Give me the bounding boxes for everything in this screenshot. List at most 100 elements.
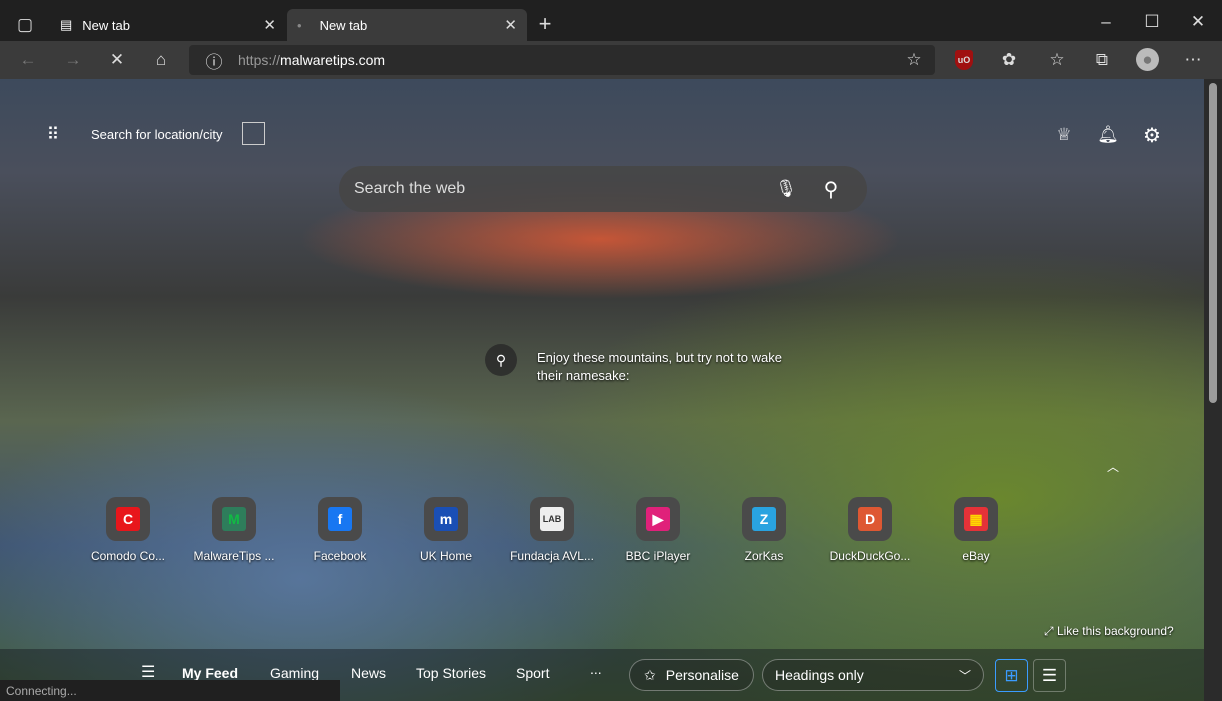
- status-bar: Connecting...: [0, 680, 340, 701]
- add-favorite-icon[interactable]: ☆: [903, 49, 925, 71]
- site-logo-icon: f: [328, 507, 352, 531]
- web-search-box[interactable]: Search the web 🎙︎ ⚲: [339, 166, 867, 212]
- personalise-icon: ✩: [644, 666, 656, 683]
- tab-title: New tab: [319, 17, 368, 33]
- quick-link-tile[interactable]: ▶ BBC iPlayer: [605, 497, 711, 563]
- favorites-icon[interactable]: ☆: [1045, 48, 1069, 72]
- url: https://malwaretips.com: [238, 52, 386, 68]
- site-logo-icon: ▦: [964, 507, 988, 531]
- quick-link-tile[interactable]: m UK Home: [393, 497, 499, 563]
- weather-image-icon: [242, 122, 265, 145]
- tile-label: DuckDuckGo...: [829, 549, 911, 563]
- tile-label: Fundacja AVL...: [510, 549, 594, 563]
- rewards-icon[interactable]: ♕: [1052, 123, 1076, 147]
- tile-icon-frame: C: [106, 497, 150, 541]
- tile-label: Facebook: [313, 549, 367, 563]
- tile-label: UK Home: [419, 549, 472, 563]
- ublock-extension-icon[interactable]: uO: [955, 50, 973, 70]
- feed-tab-sport[interactable]: Sport: [516, 665, 549, 681]
- quick-link-tile[interactable]: f Facebook: [287, 497, 393, 563]
- image-caption[interactable]: Enjoy these mountains, but try not to wa…: [537, 349, 787, 385]
- grid-view-button[interactable]: ⊞: [995, 659, 1028, 692]
- more-menu-icon[interactable]: ⋯: [1181, 48, 1205, 72]
- quick-link-tile[interactable]: C Comodo Co...: [75, 497, 181, 563]
- site-logo-icon: M: [222, 507, 246, 531]
- site-logo-icon: C: [116, 507, 140, 531]
- tab-title: New tab: [82, 17, 130, 33]
- tile-icon-frame: m: [424, 497, 468, 541]
- info-icon[interactable]: ⓘ: [203, 49, 225, 72]
- tile-label: Comodo Co...: [90, 549, 166, 563]
- expand-icon: ⤢: [1044, 624, 1057, 638]
- quick-link-tile[interactable]: D DuckDuckGo...: [817, 497, 923, 563]
- collections-icon[interactable]: ⧉: [1090, 48, 1114, 72]
- layout-select-value: Headings only: [775, 667, 864, 683]
- quick-links: C Comodo Co... M MalwareTips ... f Facebook m U…: [75, 497, 1029, 563]
- personalise-label: Personalise: [665, 667, 739, 683]
- tile-label: MalwareTips ...: [193, 549, 275, 563]
- tab-1[interactable]: ▤ New tab ✕: [50, 9, 286, 41]
- tile-icon-frame: f: [318, 497, 362, 541]
- personalise-button[interactable]: ✩ Personalise: [629, 659, 754, 691]
- tab-actions-icon[interactable]: ▢: [14, 14, 36, 36]
- address-bar[interactable]: ⓘ https://malwaretips.com ☆: [189, 45, 935, 75]
- list-view-button[interactable]: ☰: [1033, 659, 1066, 692]
- scrollbar[interactable]: [1204, 79, 1222, 701]
- tile-icon-frame: Z: [742, 497, 786, 541]
- feed-tab-news[interactable]: News: [351, 665, 386, 681]
- loading-icon: •: [297, 17, 302, 33]
- quick-link-tile[interactable]: LAB Fundacja AVL...: [499, 497, 605, 563]
- profile-avatar[interactable]: ●: [1136, 48, 1159, 71]
- maximize-button[interactable]: ☐: [1140, 10, 1164, 34]
- like-background-text: Like this background?: [1056, 624, 1174, 638]
- forward-button[interactable]: →: [61, 48, 85, 72]
- home-button[interactable]: ⌂: [149, 48, 173, 72]
- search-icon[interactable]: ⚲: [819, 177, 843, 201]
- tab-2-active[interactable]: • New tab ✕: [287, 9, 527, 41]
- image-info-search-icon[interactable]: ⚲: [485, 344, 517, 376]
- page-icon: ▤: [60, 17, 73, 32]
- notifications-bell-icon[interactable]: 🔔︎: [1096, 123, 1120, 147]
- tile-label: BBC iPlayer: [625, 549, 691, 563]
- minimize-button[interactable]: –: [1094, 10, 1118, 34]
- feed-tab-gaming[interactable]: Gaming: [270, 665, 319, 681]
- stop-button[interactable]: ✕: [105, 48, 129, 72]
- feed-tab-my-feed[interactable]: My Feed: [182, 665, 238, 681]
- microphone-icon[interactable]: 🎙︎: [775, 178, 797, 200]
- new-tab-button[interactable]: +: [533, 11, 557, 36]
- tile-icon-frame: ▦: [954, 497, 998, 541]
- extensions-icon[interactable]: ✿: [997, 48, 1021, 72]
- tile-icon-frame: M: [212, 497, 256, 541]
- collapse-chevron-icon[interactable]: ︿: [1104, 457, 1122, 475]
- site-logo-icon: m: [434, 507, 458, 531]
- scrollbar-thumb[interactable]: [1209, 83, 1217, 403]
- new-tab-page: ⠿ Search for location/city ♕ 🔔︎ ⚙ Search…: [0, 79, 1204, 701]
- tile-icon-frame: LAB: [530, 497, 574, 541]
- site-logo-icon: D: [858, 507, 882, 531]
- quick-link-tile[interactable]: ▦ eBay: [923, 497, 1029, 563]
- back-button[interactable]: ←: [16, 48, 40, 72]
- quick-link-tile[interactable]: Z ZorKas: [711, 497, 817, 563]
- tile-label: ZorKas: [744, 549, 784, 563]
- quick-link-tile[interactable]: M MalwareTips ...: [181, 497, 287, 563]
- tile-icon-frame: ▶: [636, 497, 680, 541]
- layout-select[interactable]: Headings only ﹀: [762, 659, 984, 691]
- close-tab-icon[interactable]: ✕: [263, 16, 276, 34]
- search-placeholder: Search the web: [354, 180, 466, 197]
- toolbar: ← → ✕ ⌂ ⓘ https://malwaretips.com ☆ uO ✿…: [0, 41, 1222, 79]
- site-logo-icon: Z: [752, 507, 776, 531]
- close-tab-icon[interactable]: ✕: [504, 16, 517, 34]
- apps-launcher-icon[interactable]: ⠿: [42, 124, 64, 146]
- location-search[interactable]: Search for location/city: [91, 127, 223, 142]
- tile-icon-frame: D: [848, 497, 892, 541]
- settings-gear-icon[interactable]: ⚙: [1140, 123, 1164, 147]
- feed-menu-icon[interactable]: ☰: [141, 662, 155, 682]
- title-bar: ▢ ▤ New tab ✕ • New tab ✕ + – ☐ ✕: [0, 0, 1222, 41]
- like-background-link[interactable]: ⤢ Like this background?: [1044, 624, 1174, 639]
- chevron-down-icon: ﹀: [958, 668, 971, 683]
- feed-more-button[interactable]: ...: [590, 661, 602, 677]
- feed-tab-top-stories[interactable]: Top Stories: [416, 665, 486, 681]
- site-logo-icon: LAB: [540, 507, 564, 531]
- close-window-button[interactable]: ✕: [1186, 10, 1210, 34]
- site-logo-icon: ▶: [646, 507, 670, 531]
